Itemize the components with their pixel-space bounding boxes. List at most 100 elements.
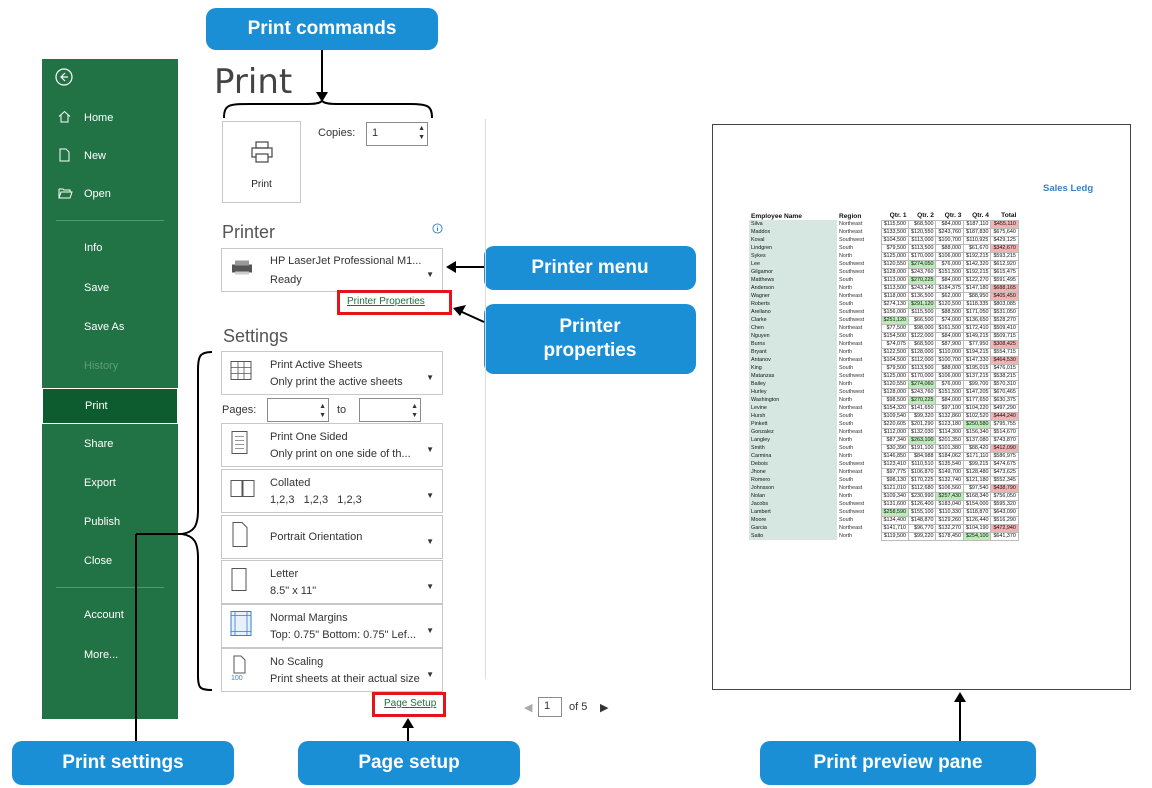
- collated-dropdown[interactable]: Collated 1,2,3 1,2,3 1,2,3 ▼: [221, 469, 443, 513]
- table-cell: $62,000: [935, 291, 964, 301]
- table-row: Garcia Northeast $141,710 $96,770 $132,270 $1…: [749, 523, 1019, 533]
- table-cell: Jacobs: [749, 500, 837, 508]
- table-cell: $476,015: [990, 363, 1019, 373]
- table-row: Wagner Northeast $118,000 $136,500 $62,000 $8…: [749, 291, 1019, 301]
- table-cell: $473,625: [990, 467, 1019, 477]
- table-cell: Northeast: [839, 293, 863, 299]
- table-cell: $125,000: [880, 371, 909, 381]
- table-cell: South: [839, 365, 854, 371]
- table-row: Bailey North $120,550 $274,060 $76,000 $99,70…: [749, 379, 1019, 389]
- active-sheets-icon: [230, 361, 252, 386]
- table-cell: Northeast: [839, 429, 863, 435]
- table-cell: $251,120: [880, 315, 909, 325]
- table-cell: $84,000: [935, 219, 964, 229]
- table-cell: Arellano: [749, 308, 837, 316]
- table-cell: $230,990: [907, 491, 937, 501]
- print-what-dropdown[interactable]: Print Active Sheets Only print the activ…: [221, 351, 443, 395]
- one-sided-icon: [230, 431, 250, 460]
- table-cell: North: [839, 253, 853, 259]
- table-cell: $464,530: [990, 355, 1019, 365]
- table-cell: Smith: [749, 444, 837, 452]
- table-cell: $187,830: [962, 227, 992, 237]
- table-cell: Southwest: [839, 309, 865, 315]
- sided-dropdown[interactable]: Print One Sided Only print on one side o…: [221, 423, 443, 467]
- table-cell: $118,000: [880, 291, 909, 301]
- scaling-dropdown[interactable]: 100 No Scaling Print sheets at their act…: [221, 648, 443, 692]
- table-cell: $87,340: [880, 435, 909, 445]
- table-cell: $87,900: [935, 339, 964, 349]
- table-cell: Lambert: [749, 508, 837, 516]
- spin-arrows-icon[interactable]: ▲ ▼: [319, 402, 326, 420]
- table-cell: $104,220: [962, 403, 992, 413]
- table-cell: Lee: [749, 260, 837, 268]
- print-button[interactable]: Print: [222, 121, 301, 203]
- margins-dropdown[interactable]: Normal Margins Top: 0.75" Bottom: 0.75" …: [221, 604, 443, 648]
- table-cell: $99,215: [962, 459, 992, 469]
- copies-input[interactable]: 1 ▲ ▼: [366, 122, 428, 146]
- print-what-title: Print Active Sheets: [270, 359, 363, 371]
- pages-to-input[interactable]: ▲ ▼: [359, 398, 421, 422]
- table-cell: $114,300: [935, 427, 964, 437]
- table-row: Sykes North $125,000 $170,000 $106,000 $192,2…: [749, 251, 1019, 261]
- table-cell: Anderson: [749, 284, 837, 292]
- printer-dropdown[interactable]: HP LaserJet Professional M1... Ready ▼: [221, 248, 443, 292]
- table-cell: $155,100: [907, 507, 937, 517]
- table-cell: $170,225: [907, 475, 937, 485]
- table-cell: Debois: [749, 460, 837, 468]
- table-cell: $178,450: [935, 531, 964, 541]
- pages-from-input[interactable]: ▲ ▼: [267, 398, 329, 422]
- table-cell: $615,475: [990, 267, 1019, 277]
- table-cell: Clarke: [749, 316, 837, 324]
- table-cell: Gilgamor: [749, 268, 837, 276]
- table-cell: $795,755: [990, 419, 1019, 429]
- table-cell: $113,000: [880, 275, 909, 285]
- table-cell: $115,500: [907, 307, 937, 317]
- table-cell: Hurley: [749, 388, 837, 396]
- table-cell: Langley: [749, 436, 837, 444]
- table-cell: $154,000: [962, 499, 992, 509]
- table-cell: $76,000: [935, 379, 964, 389]
- info-icon[interactable]: [432, 221, 443, 239]
- margins-desc: Top: 0.75" Bottom: 0.75" Lef...: [270, 629, 417, 641]
- table-cell: Northeast: [839, 325, 863, 331]
- table-cell: South: [839, 301, 854, 307]
- scaling-icon-number: 100: [231, 675, 243, 682]
- next-page-arrow-icon[interactable]: ▶: [600, 701, 608, 714]
- table-cell: $192,215: [962, 267, 992, 277]
- table-cell: $254,100: [962, 531, 992, 541]
- table-cell: $184,062: [935, 451, 964, 461]
- table-cell: $98,130: [880, 475, 909, 485]
- table-cell: $137,080: [962, 435, 992, 445]
- page-number-input[interactable]: 1: [538, 697, 562, 717]
- table-cell: $516,290: [990, 515, 1019, 525]
- table-cell: $132,860: [935, 411, 964, 421]
- table-cell: $263,100: [907, 435, 937, 445]
- table-cell: $68,500: [907, 339, 937, 349]
- orientation-dropdown[interactable]: Portrait Orientation ▼: [221, 515, 443, 559]
- table-cell: North: [839, 349, 853, 355]
- table-cell: $405,450: [990, 291, 1019, 301]
- table-cell: $552,345: [990, 475, 1019, 485]
- table-cell: $243,760: [907, 267, 937, 277]
- table-cell: $76,000: [935, 259, 964, 269]
- page-title: Print: [214, 62, 293, 102]
- table-row: Matthews South $113,000 $270,225 $84,000 $122…: [749, 275, 1019, 285]
- table-cell: $595,320: [990, 499, 1019, 509]
- paper-size-dropdown[interactable]: Letter 8.5" x 11" ▼: [221, 560, 443, 604]
- table-cell: $183,040: [935, 499, 964, 509]
- table-cell: Northeast: [839, 405, 863, 411]
- table-cell: $110,330: [935, 507, 964, 517]
- scaling-desc: Print sheets at their actual size: [270, 673, 420, 685]
- prev-page-arrow-icon[interactable]: ◀: [524, 701, 532, 714]
- table-cell: $643,090: [990, 507, 1019, 517]
- spin-arrows-icon[interactable]: ▲ ▼: [418, 124, 425, 142]
- table-cell: $270,225: [907, 275, 937, 285]
- table-cell: $509,410: [990, 323, 1019, 333]
- table-cell: Nolan: [749, 492, 837, 500]
- table-cell: Bailey: [749, 380, 837, 388]
- spin-arrows-icon[interactable]: ▲ ▼: [411, 402, 418, 420]
- ledger-body: Silva Northeast $115,500 $68,500 $84,000 $187…: [749, 219, 1019, 541]
- table-cell: $129,260: [935, 515, 964, 525]
- page-total: of 5: [569, 701, 588, 713]
- table-cell: North: [839, 397, 853, 403]
